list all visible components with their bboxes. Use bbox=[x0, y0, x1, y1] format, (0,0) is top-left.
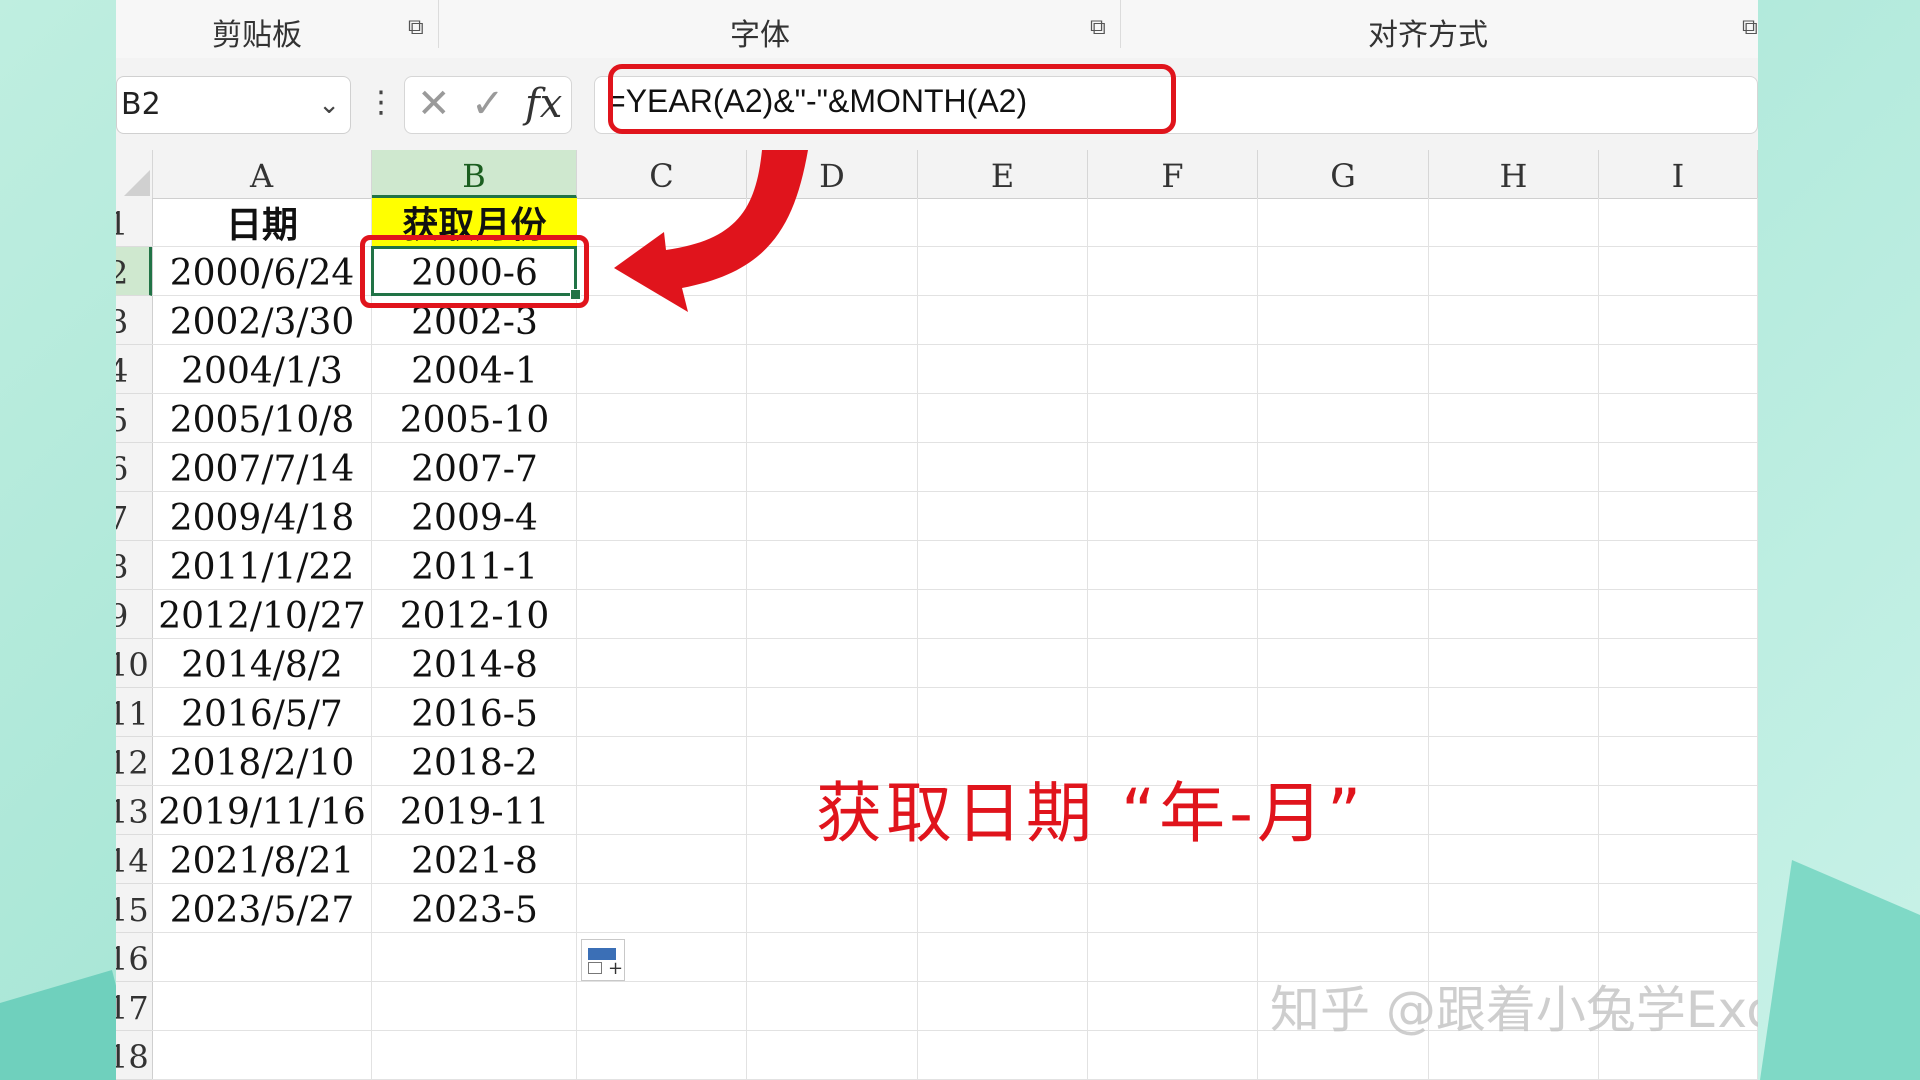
alignment-dialog-launcher-icon[interactable]: ⧉ bbox=[1742, 17, 1758, 39]
row-header-3[interactable]: 3 bbox=[116, 296, 152, 345]
select-all-triangle-icon bbox=[124, 170, 150, 196]
gridline-vertical bbox=[917, 198, 918, 1080]
row-header-18[interactable]: 18 bbox=[116, 1031, 152, 1080]
row-header-4[interactable]: 4 bbox=[116, 345, 152, 394]
row-header-13[interactable]: 13 bbox=[116, 786, 152, 835]
gridline-vertical bbox=[1087, 198, 1088, 1080]
ribbon-separator bbox=[1120, 0, 1121, 48]
ribbon-group-clipboard: 剪贴板 bbox=[212, 18, 302, 53]
cell-b11[interactable]: 2016-5 bbox=[372, 688, 577, 737]
column-header-c[interactable]: C bbox=[577, 150, 747, 198]
cell-b6[interactable]: 2007-7 bbox=[372, 443, 577, 492]
cell-a4[interactable]: 2004/1/3 bbox=[152, 345, 372, 394]
font-dialog-launcher-icon[interactable]: ⧉ bbox=[1090, 17, 1110, 39]
row-header-16[interactable]: 16 bbox=[116, 933, 152, 982]
column-header-a[interactable]: A bbox=[152, 150, 372, 198]
formula-buttons: ✕ ✓ fx bbox=[404, 76, 572, 134]
column-header-g[interactable]: G bbox=[1258, 150, 1429, 198]
cell-a5[interactable]: 2005/10/8 bbox=[152, 394, 372, 443]
cell-a14[interactable]: 2021/8/21 bbox=[152, 835, 372, 884]
paste-options-plus: + bbox=[608, 958, 624, 979]
column-header-i[interactable]: I bbox=[1599, 150, 1758, 198]
cell-a3[interactable]: 2002/3/30 bbox=[152, 296, 372, 345]
cell-b7[interactable]: 2009-4 bbox=[372, 492, 577, 541]
gridline-vertical bbox=[1257, 198, 1258, 1080]
watermark: 知乎 @跟着小兔学Excel bbox=[1270, 981, 1758, 1039]
ribbon-separator bbox=[438, 0, 439, 48]
gridline-vertical bbox=[1428, 198, 1429, 1080]
cell-b14[interactable]: 2021-8 bbox=[372, 835, 577, 884]
cell-a15[interactable]: 2023/5/27 bbox=[152, 884, 372, 933]
more-options-icon[interactable]: ⋮ bbox=[366, 88, 396, 118]
cell-a11[interactable]: 2016/5/7 bbox=[152, 688, 372, 737]
cell-b15[interactable]: 2023-5 bbox=[372, 884, 577, 933]
row-header-15[interactable]: 15 bbox=[116, 884, 152, 933]
cell-b5[interactable]: 2005-10 bbox=[372, 394, 577, 443]
gridline-vertical bbox=[746, 198, 747, 1080]
cell-a9[interactable]: 2012/10/27 bbox=[152, 590, 372, 639]
cell-b4[interactable]: 2004-1 bbox=[372, 345, 577, 394]
row-header-7[interactable]: 7 bbox=[116, 492, 152, 541]
ribbon-group-alignment: 对齐方式 bbox=[1368, 18, 1488, 53]
column-header-d[interactable]: D bbox=[747, 150, 918, 198]
paste-options-box bbox=[588, 962, 602, 974]
row-headers: 123456789101112131415161718 bbox=[116, 198, 153, 1080]
cell-area[interactable]: 日期 获取月份 2000/6/24 2000-6 2002/3/30 2002-3 2004… bbox=[152, 198, 1758, 1080]
column-header-e[interactable]: E bbox=[918, 150, 1088, 198]
row-header-2[interactable]: 2 bbox=[116, 247, 152, 296]
cell-b9[interactable]: 2012-10 bbox=[372, 590, 577, 639]
cell-b13[interactable]: 2019-11 bbox=[372, 786, 577, 835]
column-header-f[interactable]: F bbox=[1088, 150, 1258, 198]
row-header-6[interactable]: 6 bbox=[116, 443, 152, 492]
row-header-14[interactable]: 14 bbox=[116, 835, 152, 884]
row-header-8[interactable]: 8 bbox=[116, 541, 152, 590]
cell-a1-header[interactable]: 日期 bbox=[152, 198, 372, 247]
cell-a13[interactable]: 2019/11/16 bbox=[152, 786, 372, 835]
cell-a2[interactable]: 2000/6/24 bbox=[152, 247, 372, 296]
ribbon-group-font: 字体 bbox=[730, 18, 790, 53]
cell-b8[interactable]: 2011-1 bbox=[372, 541, 577, 590]
cell-a10[interactable]: 2014/8/2 bbox=[152, 639, 372, 688]
insert-function-icon[interactable]: fx bbox=[525, 81, 562, 127]
row-header-9[interactable]: 9 bbox=[116, 590, 152, 639]
background-decoration-right bbox=[1760, 860, 1920, 1080]
enter-check-icon[interactable]: ✓ bbox=[471, 81, 505, 127]
cell-a6[interactable]: 2007/7/14 bbox=[152, 443, 372, 492]
column-headers: ABCDEFGHI bbox=[116, 150, 1758, 199]
cancel-icon[interactable]: ✕ bbox=[417, 81, 451, 127]
caption-text: 获取日期 “年-月” bbox=[816, 775, 1366, 852]
spreadsheet-window: 剪贴板 ⧉ 字体 ⧉ 对齐方式 ⧉ B2 ⌄ ⋮ ✕ ✓ fx =YEAR(A2… bbox=[116, 0, 1758, 1080]
gridline-vertical bbox=[1598, 198, 1599, 1080]
cell-b12[interactable]: 2018-2 bbox=[372, 737, 577, 786]
paste-options-icon[interactable]: + bbox=[581, 939, 625, 981]
row-header-17[interactable]: 17 bbox=[116, 982, 152, 1031]
cell-a8[interactable]: 2011/1/22 bbox=[152, 541, 372, 590]
cell-a7[interactable]: 2009/4/18 bbox=[152, 492, 372, 541]
column-header-h[interactable]: H bbox=[1429, 150, 1599, 198]
row-header-1[interactable]: 1 bbox=[116, 198, 152, 247]
row-header-12[interactable]: 12 bbox=[116, 737, 152, 786]
row-header-11[interactable]: 11 bbox=[116, 688, 152, 737]
row-header-10[interactable]: 10 bbox=[116, 639, 152, 688]
chevron-down-icon[interactable]: ⌄ bbox=[318, 77, 340, 133]
formula-highlight-box bbox=[608, 64, 1176, 134]
select-all-corner[interactable] bbox=[116, 150, 153, 198]
name-box[interactable]: B2 ⌄ bbox=[116, 76, 351, 134]
clipboard-dialog-launcher-icon[interactable]: ⧉ bbox=[408, 17, 428, 39]
name-box-value: B2 bbox=[121, 87, 161, 122]
cell-b10[interactable]: 2014-8 bbox=[372, 639, 577, 688]
cell-a12[interactable]: 2018/2/10 bbox=[152, 737, 372, 786]
ribbon-group-labels: 剪贴板 ⧉ 字体 ⧉ 对齐方式 ⧉ bbox=[116, 0, 1758, 59]
row-header-5[interactable]: 5 bbox=[116, 394, 152, 443]
gridline-vertical bbox=[1757, 198, 1758, 1080]
cell-highlight-box bbox=[360, 235, 589, 308]
column-header-b[interactable]: B bbox=[372, 150, 577, 198]
worksheet-grid: ABCDEFGHI 123456789101112131415161718 日期… bbox=[116, 150, 1758, 1080]
